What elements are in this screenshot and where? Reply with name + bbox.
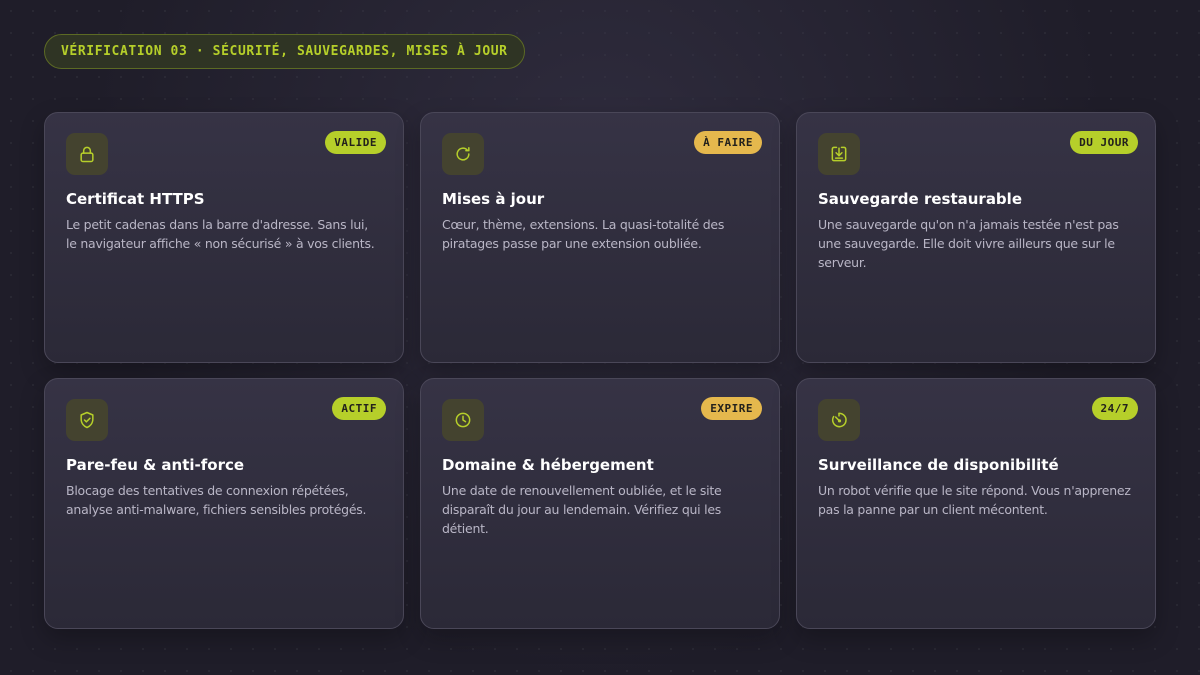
clock-icon [442, 399, 484, 441]
gauge-icon [818, 399, 860, 441]
status-badge: VALIDE [325, 131, 386, 154]
card-domain: EXPIRE Domaine & hébergement Une date de… [420, 378, 780, 629]
status-badge: ACTIF [332, 397, 386, 420]
card-title: Surveillance de disponibilité [818, 456, 1059, 474]
status-badge: À FAIRE [694, 131, 762, 154]
card-title: Domaine & hébergement [442, 456, 654, 474]
card-updates: À FAIRE Mises à jour Cœur, thème, extens… [420, 112, 780, 363]
card-description: Une sauvegarde qu'on n'a jamais testée n… [818, 217, 1119, 270]
card-title: Pare-feu & anti-force [66, 456, 245, 474]
card-title: Certificat HTTPS [66, 190, 205, 208]
card-backup: DU JOUR Sauvegarde restaurable Une sauve… [796, 112, 1156, 363]
checklist-grid: VALIDE Certificat HTTPS Le petit cadenas… [44, 112, 1156, 629]
status-badge: EXPIRE [701, 397, 762, 420]
status-badge: DU JOUR [1070, 131, 1138, 154]
card-title: Sauvegarde restaurable [818, 190, 1022, 208]
card-description: Un robot vérifie que le site répond. Vou… [818, 483, 1131, 517]
card-https: VALIDE Certificat HTTPS Le petit cadenas… [44, 112, 404, 363]
card-title: Mises à jour [442, 190, 545, 208]
card-firewall: ACTIF Pare-feu & anti-force Blocage des … [44, 378, 404, 629]
section-badge: VÉRIFICATION 03 · SÉCURITÉ, SAUVEGARDES,… [44, 34, 525, 69]
card-description: Blocage des tentatives de connexion répé… [66, 483, 367, 517]
shield-check-icon [66, 399, 108, 441]
refresh-icon [442, 133, 484, 175]
download-box-icon [818, 133, 860, 175]
card-description: Le petit cadenas dans la barre d'adresse… [66, 217, 375, 251]
card-description: Une date de renouvellement oubliée, et l… [442, 483, 722, 536]
card-monitoring: 24/7 Surveillance de disponibilité Un ro… [796, 378, 1156, 629]
card-description: Cœur, thème, extensions. La quasi-totali… [442, 217, 725, 251]
status-badge: 24/7 [1091, 397, 1138, 420]
lock-icon [66, 133, 108, 175]
